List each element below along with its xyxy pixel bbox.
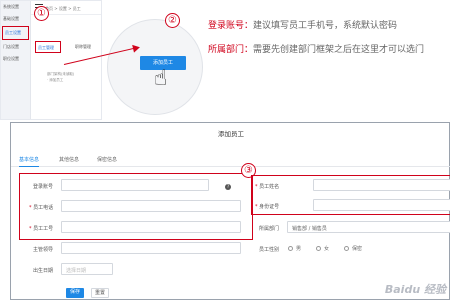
note-label: 所属部门： [208, 45, 254, 55]
mini-sidebar-item[interactable]: 门店设置 [1, 41, 30, 53]
mini-sidebar-item[interactable]: 职位设置 [1, 53, 30, 65]
mini-screenshot: 系统设置 基础设置 员工设置 门店设置 职位设置 首页 > 设置 > 员工 员工… [0, 0, 102, 120]
employee-no-input[interactable] [61, 221, 241, 233]
mini-sidebar-item[interactable]: 系统设置 [1, 1, 30, 13]
step-marker-1: ① [34, 6, 49, 21]
gender-radio-male[interactable] [288, 246, 293, 251]
gender-radio-secret[interactable] [344, 246, 349, 251]
note-department: 所属部门：需要先创建部门框架之后在这里才可以选门 [208, 44, 450, 57]
gender-radio-female[interactable] [316, 246, 321, 251]
add-employee-dialog: 添加员工 基本信息 其他信息 保密信息 登录账号 * 员工电话 * 员工工号 ?… [10, 122, 450, 300]
mini-tabs: 员工管理 职称管理 [33, 41, 101, 55]
mini-sidebar-item[interactable]: 基础设置 [1, 13, 30, 25]
help-icon[interactable]: ? [225, 184, 231, 190]
note-label: 登录账号： [208, 21, 254, 31]
login-account-label: 登录账号 [33, 184, 54, 190]
step-marker-2: ② [165, 13, 180, 28]
id-card-input[interactable] [313, 199, 450, 211]
employee-name-label-text: 员工姓名 [259, 184, 280, 190]
tab-other-info[interactable]: 其他信息 [59, 156, 79, 163]
baidu-watermark: Baidu 经验 [384, 283, 446, 296]
phone-label: * 员工电话 [29, 205, 54, 211]
tab-basic-info[interactable]: 基本信息 [19, 156, 39, 163]
id-card-label: * 身份证号 [255, 204, 280, 210]
hand-cursor-icon: ☝ [154, 66, 168, 91]
supervisor-input[interactable] [61, 242, 241, 254]
supervisor-label: 主管领导 [33, 247, 54, 253]
active-tab-underline [19, 166, 39, 167]
id-card-label-text: 身份证号 [259, 204, 280, 210]
employee-name-input[interactable] [313, 179, 450, 191]
tutorial-canvas: 系统设置 基础设置 员工设置 门店设置 职位设置 首页 > 设置 > 员工 员工… [0, 0, 450, 300]
birthday-date-picker[interactable]: 选择日期 [61, 263, 113, 275]
dialog-title: 添加员工 [218, 130, 244, 138]
birthday-label: 出生日期 [33, 268, 54, 274]
login-account-input[interactable] [61, 179, 209, 191]
save-button[interactable]: 保存 [66, 288, 84, 298]
tab-confidential-info[interactable]: 保密信息 [97, 156, 117, 163]
mini-tab-employee-management[interactable]: 员工管理 [35, 41, 61, 53]
dialog-tabs: 基本信息 其他信息 保密信息 [11, 153, 450, 167]
employee-name-label: * 员工姓名 [255, 184, 280, 190]
mini-sidebar: 系统设置 基础设置 员工设置 门店设置 职位设置 [1, 1, 31, 119]
gender-option-male: 男 [296, 246, 302, 252]
mini-sidebar-item-employee[interactable]: 员工设置 [2, 26, 29, 40]
gender-option-female: 女 [324, 246, 330, 252]
instruction-notes: 登录账号：建议填写员工手机号，系统默认密码 所属部门：需要先创建部门框架之后在这… [208, 20, 450, 68]
mini-body-line: · 添加员工 [47, 78, 64, 82]
gender-option-secret: 保密 [352, 246, 363, 252]
note-text: 需要先创建部门框架之后在这里才可以选门 [253, 45, 425, 55]
employee-no-label: * 员工工号 [29, 226, 54, 232]
department-label: 所属部门 [259, 226, 280, 232]
phone-label-text: 员工电话 [33, 205, 54, 211]
pointer-arrow-head [132, 43, 141, 53]
note-text: 建议填写员工手机号，系统默认密码 [253, 21, 398, 31]
reset-button[interactable]: 重置 [91, 288, 109, 298]
phone-input[interactable] [61, 200, 241, 212]
note-login-account: 登录账号：建议填写员工手机号，系统默认密码 [208, 20, 450, 33]
mini-tab-title-management[interactable]: 职称管理 [73, 41, 93, 53]
mini-body-text: 部门架构(未读取) · 添加员工 [47, 71, 74, 83]
employee-no-label-text: 员工工号 [33, 226, 54, 232]
department-select[interactable]: 销售部 / 销售员 [287, 221, 450, 233]
gender-label: 员工性别 [259, 247, 280, 253]
